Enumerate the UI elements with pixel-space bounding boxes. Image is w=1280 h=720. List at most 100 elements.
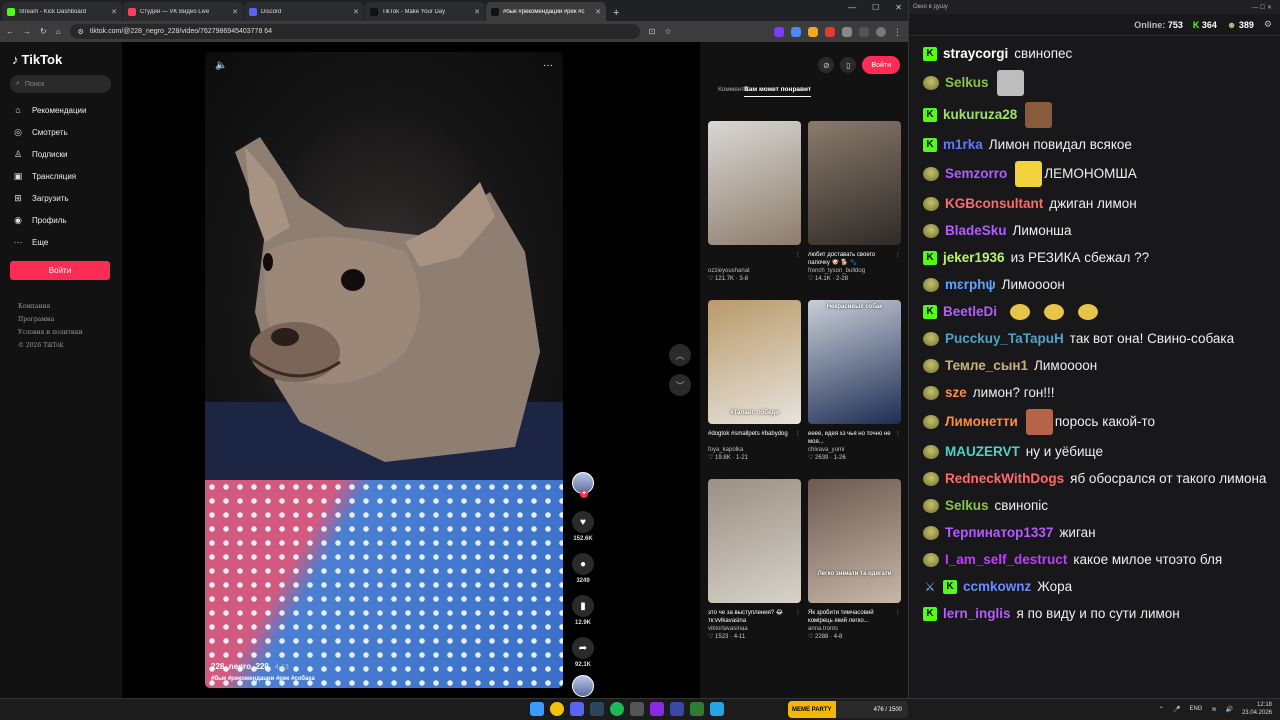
url-field[interactable]: ⚙ tiktok.com/@228_negro_228/video/762798… [69,24,640,39]
video-card[interactable]: ozzieyoushanat ♡ 121.7K · 3-8 ⋮ [708,121,801,300]
download-icon[interactable] [859,26,869,37]
comment-icon[interactable]: ● [572,553,594,575]
sidebar-item[interactable]: ··· Еще [13,231,112,253]
chat-username[interactable]: Темле_сын1 [945,357,1028,375]
extension-icon[interactable] [774,26,784,37]
like-icon[interactable]: ♥ [572,511,594,533]
chat-username[interactable]: ccmkownz [963,578,1031,596]
card-menu-icon[interactable]: ⋮ [795,609,801,617]
chat-username[interactable]: Pucckuy_TaTapuH [945,330,1064,348]
extension-icon[interactable] [791,26,801,37]
tab-close-icon[interactable]: ✕ [353,8,359,16]
bookmark-star-icon[interactable]: ☆ [664,27,671,36]
chrome-icon[interactable] [550,702,564,716]
sidebar-item[interactable]: ♙ Подписки [13,143,112,165]
forward-icon[interactable]: → [23,27,31,36]
sidebar-item[interactable]: ⊞ Загрузить [13,187,112,209]
steam-icon[interactable] [590,702,604,716]
app-icon[interactable] [650,702,664,716]
reload-icon[interactable]: ↻ [40,27,47,36]
discord-icon[interactable] [570,702,584,716]
footer-link[interactable]: Компания [18,300,112,313]
chat-username[interactable]: m1rka [943,136,983,154]
chat-username[interactable]: Semzorro [945,165,1007,183]
browser-tab[interactable]: Stream - Kick Dashboard ✕ [2,2,122,21]
video-player[interactable]: 🔈 ··· 228_negro_228 4-13 #бык #рекоменда… [205,52,563,688]
clock[interactable]: 12:18 23.04.2026 [1242,701,1272,717]
chat-username[interactable]: Терпинатор1337 [945,524,1053,542]
chat-username[interactable]: Лимонетти [945,413,1018,431]
footer-link[interactable]: Условия и политики [18,326,112,339]
chat-username[interactable]: straycorgi [943,45,1008,63]
sidebar-item[interactable]: ◉ Профиль [13,209,112,231]
chat-username[interactable]: Selkus [945,74,989,92]
volume-tray-icon[interactable]: 🔊 [1225,706,1232,713]
chat-username[interactable]: Selkus [945,497,989,515]
app-icon[interactable] [690,702,704,716]
player-icon[interactable] [670,702,684,716]
meme-party-widget[interactable]: MEME PARTY 476 / 1500 [788,701,908,718]
spotify-icon[interactable] [610,702,624,716]
video-card[interactable]: Легко знімати та одягати Як зробити тимча… [808,479,901,658]
chat-username[interactable]: BladeSku [945,222,1007,240]
tab-close-icon[interactable]: ✕ [595,8,601,16]
video-thumbnail[interactable] [708,121,801,245]
tab-close-icon[interactable]: ✕ [111,8,117,16]
extension-icon[interactable] [825,26,835,37]
menu-dots-icon[interactable]: ⋮ [893,27,902,37]
home-icon[interactable]: ⌂ [56,27,61,36]
mic-icon[interactable]: 🎤 [1173,706,1180,713]
card-menu-icon[interactable]: ⋮ [795,251,801,259]
video-card[interactable]: Некрасивых собак еееe, идея хз чья но точ… [808,300,901,479]
puzzle-icon[interactable] [842,26,852,37]
video-thumbnail[interactable] [808,121,901,245]
browser-tab[interactable]: Discord ✕ [244,2,364,21]
extension-icon[interactable] [808,26,818,37]
search-input[interactable]: ⌕ Поиск [10,75,111,93]
video-tags[interactable]: #бык #рекомендации #рек #собака [211,676,315,682]
close-icon[interactable]: ✕ [895,3,902,12]
card-menu-icon[interactable]: ⋮ [895,609,901,617]
chat-username[interactable]: I_am_self_destruct [945,551,1067,569]
browser-tab[interactable]: TikTok - Make Your Day ✕ [365,2,485,21]
share-icon[interactable]: ➦ [572,637,594,659]
obs-icon[interactable] [630,702,644,716]
tray-up-icon[interactable]: ⌃ [1159,706,1164,713]
settings-icon[interactable]: ⚙ [1264,19,1272,30]
new-tab-button[interactable]: + [607,7,625,21]
chat-username[interactable]: jeker1936 [943,249,1005,267]
video-thumbnail[interactable] [708,479,801,603]
login-button[interactable]: Войти [10,261,110,280]
video-more-icon[interactable]: ··· [543,60,553,71]
maximize-icon[interactable]: ☐ [872,3,879,12]
chat-username[interactable]: kukuruza28 [943,106,1017,124]
language-indicator[interactable]: ENG [1189,706,1202,712]
wifi-icon[interactable]: ≋ [1211,706,1216,713]
video-card[interactable]: это че за выступления? 😂 тк:vvlkavasina v… [708,479,801,658]
back-icon[interactable]: ← [6,27,14,36]
profile-avatar-icon[interactable] [876,26,886,37]
browser-tab[interactable]: Студия — VK Видео Live ✕ [123,2,243,21]
chat-username[interactable]: mɛrphψ [945,276,996,294]
video-card-author[interactable]: foya_kapolka [708,446,793,454]
video-card-author[interactable]: ozzieyoushanat [708,267,793,275]
video-card-author[interactable]: anna.tronts [808,625,893,633]
tiktok-logo[interactable]: ♪ TikTok [12,52,112,67]
card-menu-icon[interactable]: ⋮ [895,251,901,259]
volume-icon[interactable]: 🔈 [215,60,227,71]
music-disc-icon[interactable] [572,675,594,697]
prev-video-button[interactable]: ︿ [669,344,691,366]
sidebar-item[interactable]: ⌂ Рекомендации [13,99,112,121]
chat-username[interactable]: KGBconsultant [945,195,1043,213]
video-card-author[interactable]: chivava_yumi [808,446,893,454]
telegram-icon[interactable] [710,702,724,716]
install-icon[interactable]: ⊡ [649,27,656,36]
video-thumbnail[interactable]: #Талант, победи [708,300,801,424]
start-icon[interactable] [530,702,544,716]
browser-tab[interactable]: #бык #рекомендации #рек #с ✕ [486,2,606,21]
video-card-author[interactable]: french_tyson_bulldog [808,267,893,275]
video-card-author[interactable]: viktorlavasinaa [708,625,793,633]
tab-you-may-like[interactable]: Вам может понравит [744,86,812,97]
author-avatar[interactable]: + [572,472,594,498]
panel-login-button[interactable]: Войти [862,56,900,74]
